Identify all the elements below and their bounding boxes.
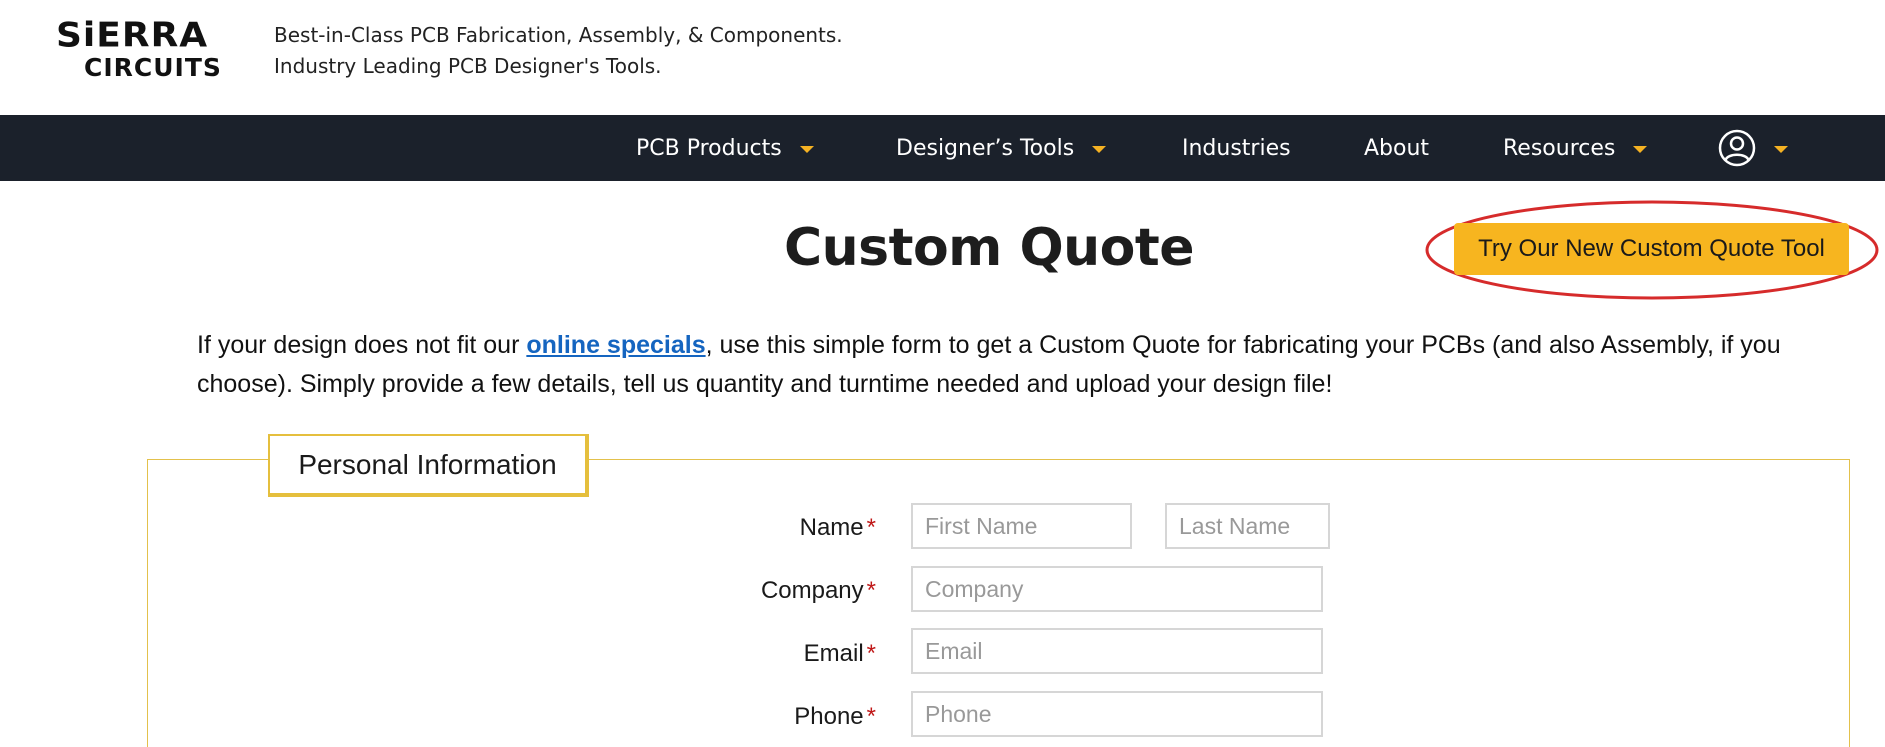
nav-about-label: About bbox=[1364, 135, 1430, 161]
last-name-input[interactable] bbox=[1165, 503, 1330, 549]
email-label-text: Email bbox=[803, 640, 864, 667]
phone-input[interactable] bbox=[911, 691, 1323, 737]
company-label-text: Company bbox=[760, 577, 864, 604]
chevron-down-icon bbox=[1774, 145, 1788, 153]
intro-text-before: If your design does not fit our bbox=[197, 331, 527, 359]
section-title: Personal Information bbox=[268, 434, 589, 497]
tagline-line2: Industry Leading PCB Designer's Tools. bbox=[274, 54, 662, 78]
chevron-down-icon bbox=[799, 145, 814, 153]
intro-text: If your design does not fit our online s… bbox=[197, 326, 1797, 404]
nav-account-menu[interactable] bbox=[1718, 115, 1788, 181]
nav-designers-tools-label: Designer’s Tools bbox=[896, 135, 1075, 161]
tagline-line1: Best-in-Class PCB Fabrication, Assembly,… bbox=[274, 23, 843, 47]
online-specials-link[interactable]: online specials bbox=[526, 331, 705, 359]
custom-quote-tool-callout: Try Our New Custom Quote Tool bbox=[1424, 198, 1885, 302]
header-tagline: Best-in-Class PCB Fabrication, Assembly,… bbox=[274, 20, 843, 82]
site-header: SiERRA CIRCUITS Best-in-Class PCB Fabric… bbox=[0, 0, 1885, 115]
phone-label: Phone * bbox=[794, 703, 876, 731]
email-label: Email * bbox=[804, 640, 876, 668]
company-label: Company * bbox=[761, 577, 876, 605]
logo-line2: CIRCUITS bbox=[84, 53, 222, 82]
user-circle-icon bbox=[1718, 129, 1756, 167]
nav-resources[interactable]: Resources bbox=[1503, 115, 1648, 181]
first-name-input[interactable] bbox=[911, 503, 1132, 549]
nav-about[interactable]: About bbox=[1364, 115, 1429, 181]
nav-designers-tools[interactable]: Designer’s Tools bbox=[896, 115, 1107, 181]
required-mark: * bbox=[866, 703, 876, 730]
required-mark: * bbox=[866, 577, 876, 604]
company-input[interactable] bbox=[911, 566, 1323, 612]
nav-resources-label: Resources bbox=[1503, 135, 1616, 161]
try-custom-quote-tool-button[interactable]: Try Our New Custom Quote Tool bbox=[1454, 223, 1849, 275]
nav-industries-label: Industries bbox=[1182, 135, 1291, 161]
phone-label-text: Phone bbox=[794, 703, 864, 730]
chevron-down-icon bbox=[1092, 145, 1107, 153]
nav-industries[interactable]: Industries bbox=[1182, 115, 1291, 181]
email-input[interactable] bbox=[911, 628, 1323, 674]
name-label-text: Name bbox=[799, 514, 864, 541]
logo-line1: SiERRA bbox=[56, 16, 209, 55]
chevron-down-icon bbox=[1633, 145, 1648, 153]
required-mark: * bbox=[866, 514, 876, 541]
nav-pcb-products[interactable]: PCB Products bbox=[636, 115, 814, 181]
sierra-circuits-logo[interactable]: SiERRA CIRCUITS bbox=[56, 18, 248, 82]
main-navbar: PCB Products Designer’s Tools Industries… bbox=[0, 115, 1885, 181]
name-label: Name * bbox=[800, 514, 876, 542]
required-mark: * bbox=[866, 640, 876, 667]
nav-pcb-products-label: PCB Products bbox=[636, 135, 782, 161]
